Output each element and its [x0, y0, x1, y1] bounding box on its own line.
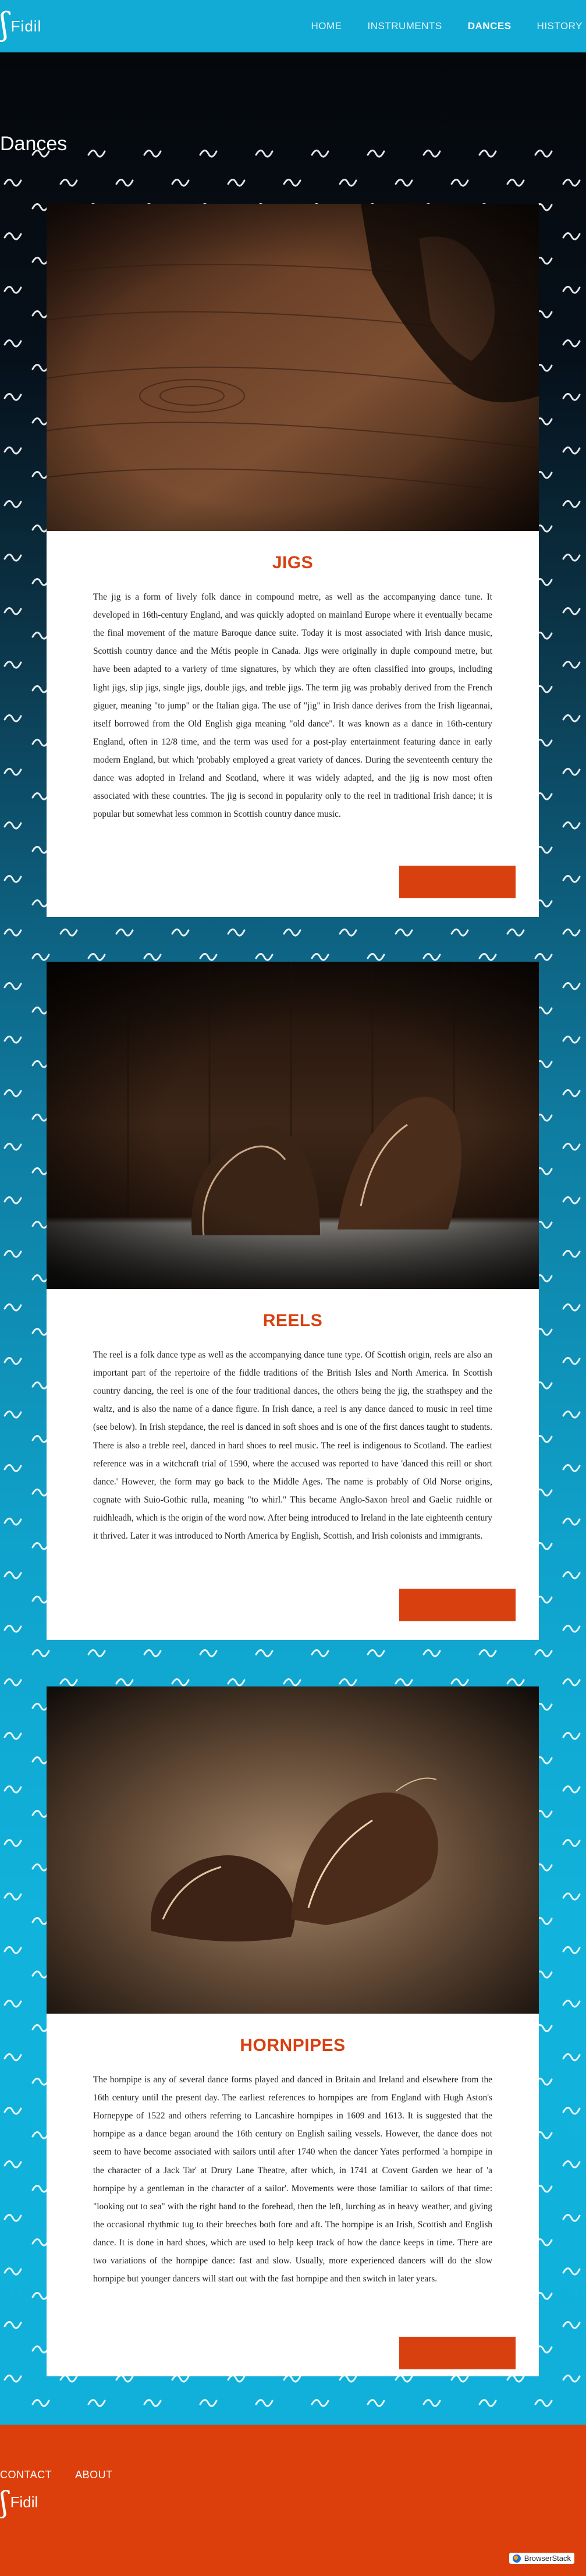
- top-nav-bar: ʃ Fidil HOME INSTRUMENTS DANCES HISTORY: [0, 0, 586, 52]
- footer-about-link[interactable]: ABOUT: [75, 2469, 113, 2481]
- main-nav: HOME INSTRUMENTS DANCES HISTORY: [298, 20, 586, 32]
- browserstack-logo-icon: [512, 2554, 521, 2563]
- footer-contact-link[interactable]: CONTACT: [0, 2469, 52, 2481]
- section-text: The hornpipe is any of several dance for…: [93, 2075, 492, 2284]
- footer-logo[interactable]: ʃ Fidil: [0, 2485, 38, 2519]
- reels-card: REELS The reel is a folk dance type as w…: [47, 962, 539, 1640]
- section-title: REELS: [262, 1311, 323, 1330]
- page-title: Dances: [0, 133, 68, 155]
- jig-shoes-photo: [47, 204, 539, 531]
- footer-links: CONTACT ABOUT: [0, 2469, 113, 2481]
- footer: CONTACT ABOUT ʃ Fidil BrowserStack: [0, 2425, 586, 2576]
- jigs-content: JIGS The jig is a form of lively folk da…: [47, 531, 539, 823]
- page: ʃ Fidil HOME INSTRUMENTS DANCES HISTORY …: [0, 0, 586, 2576]
- jigs-read-more-button[interactable]: [399, 866, 516, 898]
- nav-home-link[interactable]: HOME: [298, 20, 354, 32]
- hornpipes-read-more-button[interactable]: [399, 2337, 516, 2369]
- jigs-card: JIGS The jig is a form of lively folk da…: [47, 204, 539, 917]
- brand-name: Fidil: [10, 17, 42, 35]
- section-text: The reel is a folk dance type as well as…: [93, 1350, 492, 1542]
- hornpipes-content: HORNPIPES The hornpipe is any of several…: [47, 2014, 539, 2288]
- section-text: The jig is a form of lively folk dance i…: [93, 592, 492, 820]
- hornpipes-card: HORNPIPES The hornpipe is any of several…: [47, 1686, 539, 2376]
- hornpipe-shoes-photo: [47, 1686, 539, 2014]
- section-title: JIGS: [272, 553, 314, 572]
- nav-dances-link[interactable]: DANCES: [455, 20, 524, 32]
- fiddle-scroll-icon: ʃ: [0, 6, 9, 42]
- section-title: HORNPIPES: [240, 2036, 346, 2055]
- reels-content: REELS The reel is a folk dance type as w…: [47, 1289, 539, 1545]
- reels-read-more-button[interactable]: [399, 1589, 516, 1621]
- footer-brand-name: Fidil: [10, 2493, 38, 2511]
- nav-instruments-link[interactable]: INSTRUMENTS: [354, 20, 454, 32]
- nav-history-link[interactable]: HISTORY: [524, 20, 586, 32]
- fiddle-scroll-icon: ʃ: [0, 2485, 8, 2519]
- reel-shoes-photo: [47, 962, 539, 1289]
- browserstack-badge: BrowserStack: [509, 2553, 574, 2564]
- badge-label: BrowserStack: [524, 2554, 571, 2563]
- brand-logo[interactable]: ʃ Fidil: [0, 6, 42, 42]
